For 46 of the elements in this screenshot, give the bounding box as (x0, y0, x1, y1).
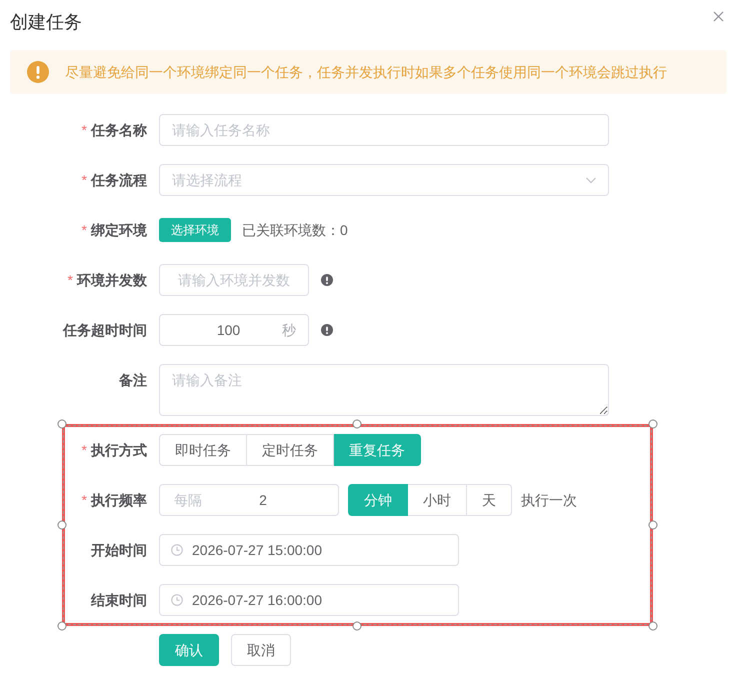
info-icon (321, 274, 333, 286)
field-label: 执行频率 (91, 490, 147, 510)
required-mark: * (82, 490, 87, 510)
field-label: 绑定环境 (91, 220, 147, 240)
field-label: 执行方式 (91, 440, 147, 460)
close-icon[interactable] (713, 11, 724, 22)
info-icon (321, 324, 333, 336)
required-mark: * (82, 220, 87, 240)
field-label: 任务超时时间 (63, 320, 147, 340)
field-label: 备注 (119, 370, 147, 390)
field-label: 结束时间 (91, 590, 147, 610)
resize-handle[interactable] (58, 622, 66, 630)
required-mark: * (82, 170, 87, 190)
frequency-note: 执行一次 (521, 490, 577, 510)
text-field[interactable]: 请输入任务名称 (159, 114, 609, 146)
field-label: 任务流程 (91, 170, 147, 190)
date-time-field[interactable]: 2026-07-27 16:00:00 (159, 584, 459, 616)
segmented-option[interactable]: 天 (467, 484, 512, 516)
resize-handle[interactable] (648, 622, 658, 630)
segmented-option[interactable]: 即时任务 (159, 434, 247, 466)
resize-handle[interactable] (352, 420, 362, 428)
alert-message: 尽量避免给同一个环境绑定同一个任务，任务并发执行时如果多个任务使用同一个环境会跳过执行 (65, 62, 667, 82)
clock-icon (171, 594, 183, 606)
resize-handle[interactable] (648, 420, 658, 428)
field-label: 环境并发数 (77, 270, 147, 290)
field-label: 开始时间 (91, 540, 147, 560)
dialog-title: 创建任务 (10, 11, 82, 32)
field-prefix: 每隔 (174, 491, 202, 509)
notes-field[interactable]: 请输入备注 (159, 364, 609, 416)
required-mark: * (82, 120, 87, 140)
clock-icon (171, 544, 183, 556)
resize-handle[interactable] (352, 622, 362, 630)
unit-suffix: 秒 (282, 321, 296, 339)
warning-icon (27, 61, 49, 83)
resize-handle[interactable] (58, 520, 66, 530)
date-time-field[interactable]: 2026-07-27 15:00:00 (159, 534, 459, 566)
resize-handle[interactable] (648, 520, 658, 530)
resize-handle[interactable] (58, 420, 66, 428)
cancel-button[interactable]: 取消 (231, 634, 291, 666)
segmented-option[interactable]: 定时任务 (247, 434, 334, 466)
required-mark: * (82, 440, 87, 460)
field-label: 任务名称 (91, 120, 147, 140)
linked-environment-count: 已关联环境数：0 (242, 220, 348, 240)
required-mark: * (68, 270, 73, 290)
segmented-option[interactable]: 小时 (408, 484, 467, 516)
number-field[interactable]: 请输入环境并发数 (159, 264, 309, 296)
